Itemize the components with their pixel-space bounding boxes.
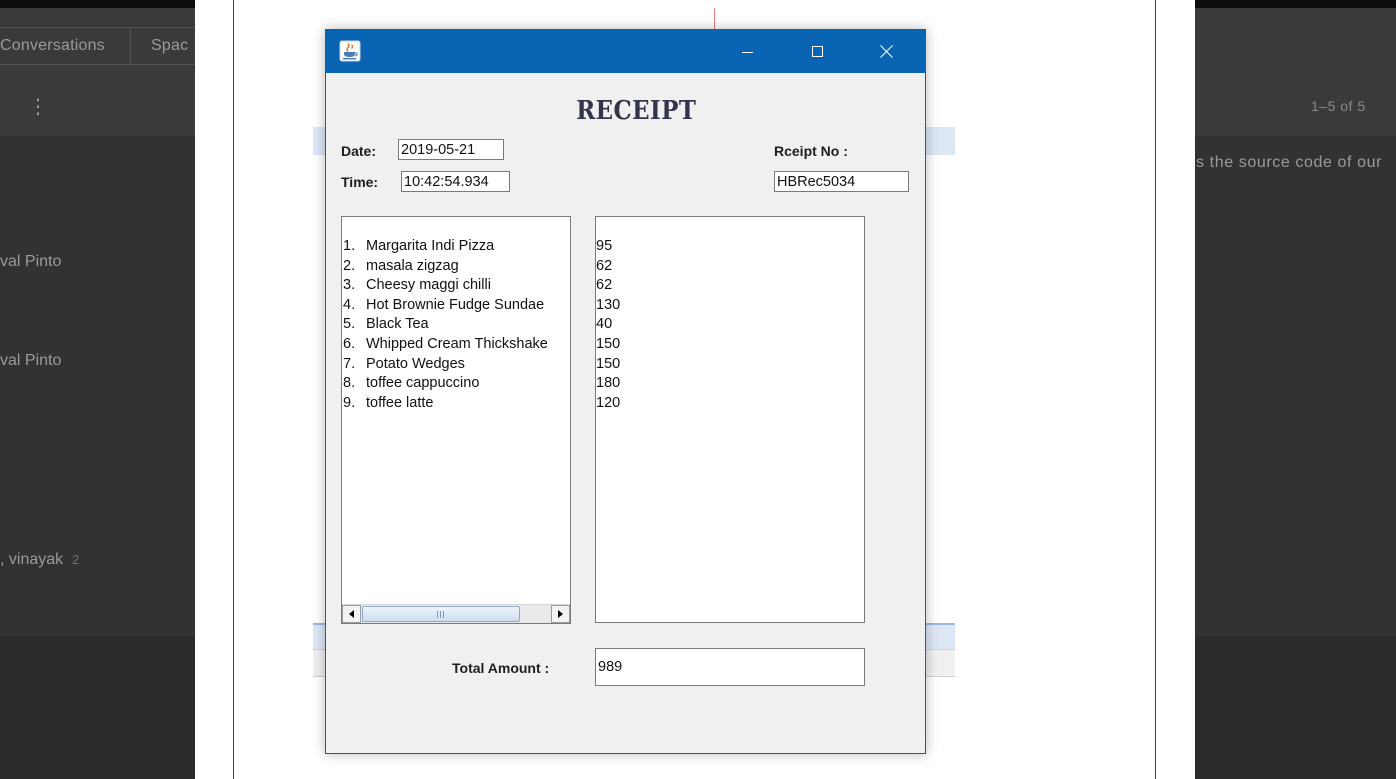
item-name: Hot Brownie Fudge Sundae — [366, 296, 545, 313]
item-line: 7. Potato Wedges — [343, 355, 570, 375]
close-icon — [880, 45, 893, 58]
total-amount-field[interactable] — [595, 648, 865, 686]
item-line: 4. Hot Brownie Fudge Sundae — [343, 296, 570, 316]
background-app-right: 1–5 of 5 s the source code of our — [1195, 0, 1396, 779]
price-line: 62 — [596, 277, 613, 294]
receipt-heading-text: RECEIPT — [575, 96, 697, 126]
item-line: 1. Margarita Indi Pizza — [343, 237, 570, 257]
date-field[interactable] — [398, 139, 504, 160]
app-top-bar — [0, 0, 195, 8]
item-line: 3. Cheesy maggi chilli — [343, 276, 570, 296]
text-cursor-line — [714, 8, 715, 30]
price-line: 40 — [596, 316, 613, 333]
receipt-window: RECEIPT Date: Time: Rceipt No : 1. Margar… — [325, 29, 926, 754]
scroll-left-arrow-icon — [349, 610, 354, 618]
scroll-left-button[interactable] — [342, 605, 361, 623]
price-line: 120 — [596, 394, 621, 411]
item-name: Potato Wedges — [366, 355, 465, 372]
minimize-icon — [742, 52, 753, 53]
maximize-button[interactable] — [783, 30, 852, 73]
item-name: Whipped Cream Thickshake — [366, 335, 548, 352]
item-number: 6. — [343, 335, 356, 352]
time-label: Time: — [341, 174, 379, 190]
tab-spaces-label: Spac — [151, 37, 189, 54]
conversation-item[interactable]: , vinayak — [0, 550, 63, 570]
item-name: toffee cappuccino — [366, 375, 480, 392]
price-list-rows: 95 62 62 130 40 150 150 180 120 — [596, 237, 864, 413]
item-line: 8. toffee cappuccino — [343, 374, 570, 394]
receipt-heading: RECEIPT — [541, 96, 731, 126]
conversation-count: 2 — [72, 552, 80, 567]
item-number: 1. — [343, 238, 356, 254]
tab-spaces[interactable]: Spac — [130, 27, 195, 65]
scroll-right-button[interactable] — [551, 605, 570, 623]
time-field[interactable] — [401, 171, 510, 192]
receipt-no-label: Rceipt No : — [774, 143, 848, 159]
price-line: 95 — [596, 238, 613, 254]
item-number: 5. — [343, 316, 356, 333]
scroll-right-arrow-icon — [558, 610, 563, 618]
item-line: 5. Black Tea — [343, 315, 570, 335]
price-line: 130 — [596, 296, 621, 313]
item-name: Margarita Indi Pizza — [366, 238, 495, 254]
item-number: 8. — [343, 375, 356, 392]
price-line: 180 — [596, 375, 621, 392]
tab-conversations[interactable]: Conversations — [0, 27, 131, 65]
price-line: 150 — [596, 355, 621, 372]
window-title-bar[interactable] — [326, 30, 925, 73]
app-footer-area — [1195, 636, 1396, 779]
item-name: masala zigzag — [366, 257, 459, 274]
item-number: 4. — [343, 296, 356, 313]
date-label: Date: — [341, 143, 377, 159]
receipt-no-field[interactable] — [774, 171, 909, 192]
app-footer-area — [0, 636, 195, 779]
java-coffee-icon[interactable] — [339, 40, 361, 62]
item-line: 6. Whipped Cream Thickshake — [343, 335, 570, 355]
tab-conversations-label: Conversations — [0, 37, 105, 54]
item-number: 9. — [343, 394, 356, 411]
scrollbar-grip-icon — [437, 611, 444, 618]
app-header — [1195, 8, 1396, 136]
pagination-count: 1–5 of 5 — [1311, 98, 1366, 114]
minimize-button[interactable] — [714, 30, 783, 73]
close-button[interactable] — [852, 30, 921, 73]
horizontal-scrollbar[interactable] — [342, 604, 570, 623]
item-number: 3. — [343, 277, 356, 294]
scrollbar-thumb[interactable] — [362, 606, 520, 622]
items-text-area[interactable]: 1. Margarita Indi Pizza 2. masala zigzag 3. C… — [341, 216, 571, 624]
conversation-item[interactable]: val Pinto — [0, 252, 61, 272]
price-line: 150 — [596, 335, 621, 352]
item-number: 7. — [343, 355, 356, 372]
item-line: 2. masala zigzag — [343, 257, 570, 277]
item-name: Black Tea — [366, 316, 429, 333]
prices-text-area[interactable]: 95 62 62 130 40 150 150 180 120 — [595, 216, 865, 623]
item-line: 9. toffee latte — [343, 394, 570, 414]
conversation-item[interactable]: val Pinto — [0, 351, 61, 371]
item-name: Cheesy maggi chilli — [366, 277, 491, 294]
more-vert-icon[interactable]: ⋮ — [28, 94, 48, 118]
item-list-rows: 1. Margarita Indi Pizza 2. masala zigzag 3. C… — [343, 237, 570, 413]
background-app-left: Conversations Spac ⋮ val Pinto val Pinto… — [0, 0, 195, 779]
total-amount-label: Total Amount : — [452, 660, 550, 676]
maximize-icon — [812, 46, 823, 57]
message-snippet[interactable]: s the source code of our — [1196, 153, 1382, 173]
app-top-bar — [1195, 0, 1396, 8]
document-left-border — [233, 0, 234, 779]
document-right-border — [1155, 0, 1156, 779]
price-line: 62 — [596, 257, 613, 274]
item-number: 2. — [343, 257, 356, 274]
item-name: toffee latte — [366, 394, 434, 411]
